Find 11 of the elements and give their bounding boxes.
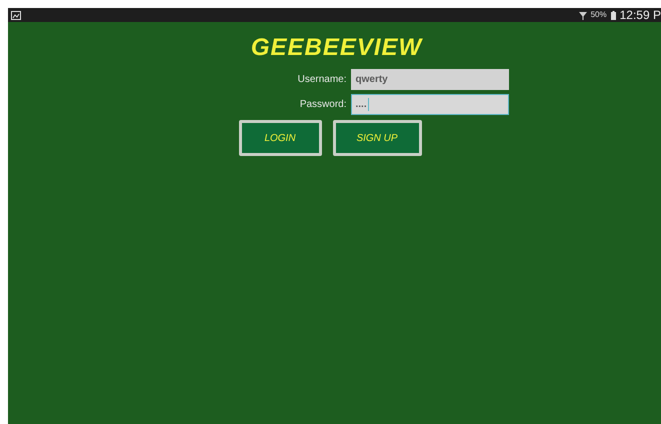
app-title: GEEBEEVIEW xyxy=(250,34,422,62)
input-field[interactable]: qwerty xyxy=(350,69,508,90)
clock: 12:59 P xyxy=(620,9,661,21)
sign-up-button[interactable]: SIGN UP xyxy=(332,120,422,156)
image-icon xyxy=(11,10,21,20)
field-label: Password: xyxy=(298,98,346,112)
input-field[interactable]: .... xyxy=(350,94,508,115)
login-button[interactable]: LOGIN xyxy=(238,120,322,156)
battery-icon xyxy=(610,10,616,20)
field-label: Username: xyxy=(296,73,346,87)
battery-percent: 50% xyxy=(590,9,607,21)
